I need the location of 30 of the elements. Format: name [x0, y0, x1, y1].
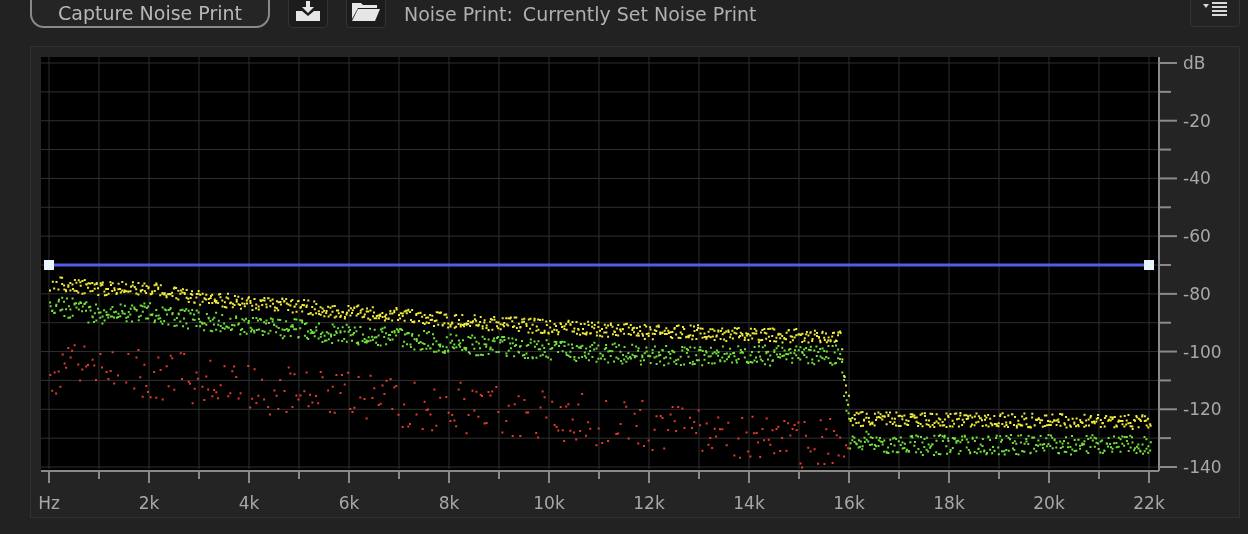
x-tick-label: 16k [833, 493, 865, 513]
x-tick-label: 20k [1033, 493, 1065, 513]
noise-print-label: Noise Print: [404, 2, 513, 25]
download-tray-icon [296, 1, 320, 21]
x-tick-label: 22k [1133, 493, 1165, 513]
panel-menu-button[interactable] [1190, 0, 1240, 27]
y-tick-label: -20 [1183, 110, 1211, 131]
y-tick-label: -60 [1183, 226, 1211, 247]
x-tick-label: 10k [533, 493, 565, 513]
capture-noise-print-button[interactable]: Capture Noise Print [30, 0, 270, 28]
y-tick-label: -120 [1183, 399, 1222, 420]
y-tick-label: dB [1183, 53, 1206, 73]
x-tick-label: 6k [338, 493, 360, 513]
x-tick-label: 8k [438, 493, 460, 513]
y-tick-label: -40 [1183, 168, 1211, 189]
x-tick-label: 18k [933, 493, 965, 513]
x-tick-label: Hz [38, 493, 60, 513]
x-tick-label: 12k [633, 493, 665, 513]
threshold-line[interactable] [44, 260, 1154, 270]
x-tick-label: 4k [238, 493, 260, 513]
open-button[interactable] [346, 0, 386, 28]
save-button[interactable] [288, 0, 328, 28]
y-tick-label: -80 [1183, 283, 1211, 304]
folder-icon [352, 1, 380, 21]
x-tick-label: 2k [138, 493, 160, 513]
y-tick-label: -100 [1183, 341, 1222, 362]
noise-print-value: Currently Set Noise Print [522, 2, 757, 25]
menu-icon [1203, 2, 1227, 16]
y-tick-label: -140 [1183, 457, 1222, 477]
x-tick-label: 14k [733, 493, 765, 513]
